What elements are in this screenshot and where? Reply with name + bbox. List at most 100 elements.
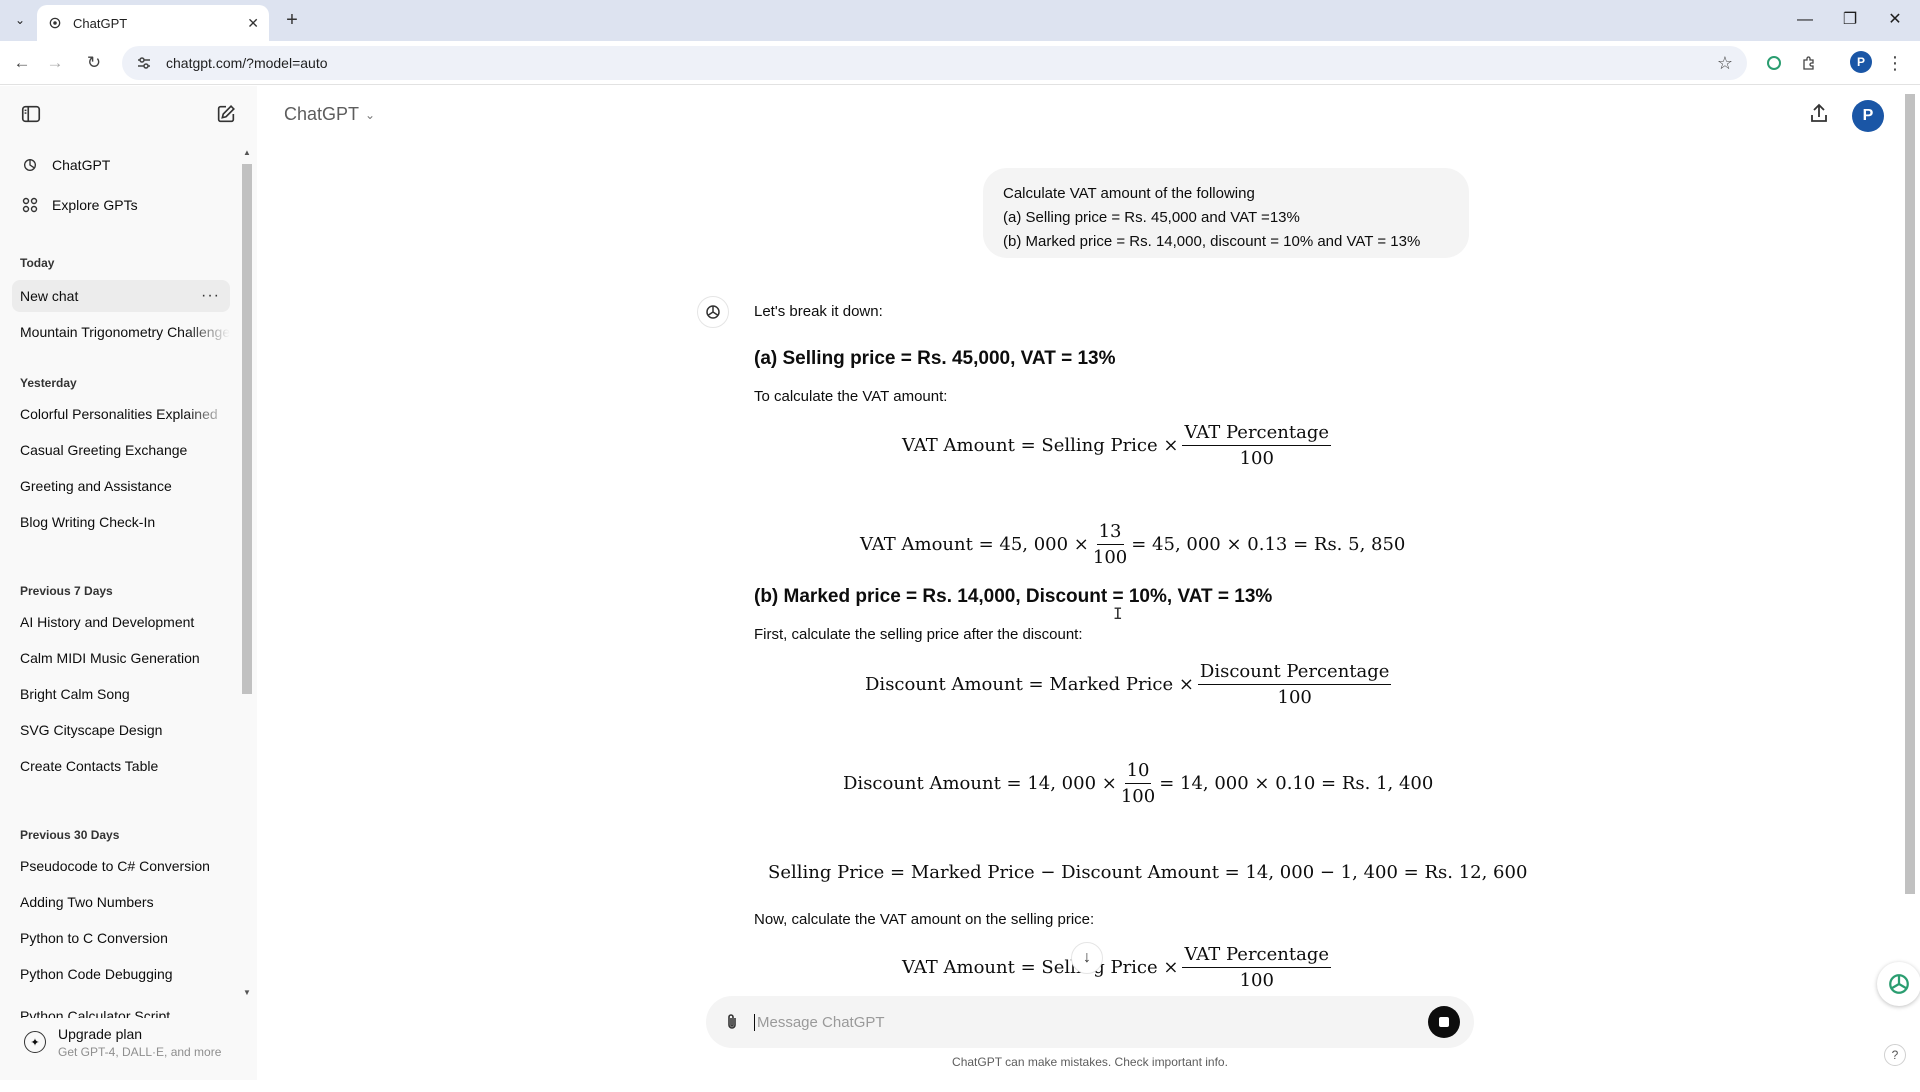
sidebar-item-new-chat[interactable]: New chat ···: [12, 280, 230, 312]
scroll-up-arrow-icon[interactable]: ▲: [242, 148, 252, 157]
sidebar-item-label: Casual Greeting Exchange: [20, 442, 188, 458]
scroll-down-arrow-icon[interactable]: ▼: [242, 988, 252, 997]
math-lhs: Discount Amount = Marked Price ×: [865, 674, 1194, 695]
upgrade-subtitle: Get GPT-4, DALL·E, and more: [58, 1044, 222, 1059]
sidebar-item-label: Adding Two Numbers: [20, 894, 154, 910]
section-heading-previous-30-days: Previous 30 Days: [20, 828, 120, 842]
math-fraction: VAT Percentage 100: [1182, 944, 1332, 991]
chevron-down-icon: ⌄: [365, 107, 376, 122]
math-fraction: 10 100: [1121, 760, 1155, 807]
section-heading-yesterday: Yesterday: [20, 376, 77, 390]
sidebar-item-label: ChatGPT: [52, 157, 111, 173]
message-input[interactable]: [754, 1013, 1428, 1031]
main-scrollbar[interactable]: [1903, 86, 1917, 1080]
fraction-denominator: 100: [1277, 687, 1312, 708]
minimize-button[interactable]: —: [1790, 8, 1820, 32]
sidebar-item-label: SVG Cityscape Design: [20, 722, 163, 738]
part-a-calculation: VAT Amount = 45, 000 × 13 100 = 45, 000 …: [860, 521, 1405, 568]
new-chat-edit-icon[interactable]: [215, 103, 239, 127]
text-cursor-icon: I: [1113, 604, 1123, 623]
attach-paperclip-icon[interactable]: [720, 1010, 744, 1034]
math-fraction: VAT Percentage 100: [1182, 422, 1332, 469]
math-line: Selling Price = Marked Price − Discount …: [768, 862, 1528, 883]
sidebar-toggle-icon[interactable]: [20, 103, 44, 127]
share-icon[interactable]: [1807, 102, 1835, 130]
math-rhs: = 45, 000 × 0.13 = Rs. 5, 850: [1131, 534, 1406, 555]
sidebar-item-chat[interactable]: Casual Greeting Exchange: [12, 434, 230, 466]
chatgpt-favicon-icon: [47, 15, 63, 31]
fraction-denominator: 100: [1239, 970, 1274, 991]
address-bar[interactable]: chatgpt.com/?model=auto ☆: [122, 46, 1747, 80]
part-b-selling-price: Selling Price = Marked Price − Discount …: [768, 862, 1527, 883]
reload-icon[interactable]: ↻: [82, 51, 106, 75]
sidebar-item-label: New chat: [20, 288, 79, 304]
sidebar-item-chat[interactable]: Python to C Conversion: [12, 922, 230, 954]
sidebar-item-chat[interactable]: Calm MIDI Music Generation: [12, 642, 230, 674]
browser-tab[interactable]: ChatGPT ✕: [37, 5, 269, 41]
upgrade-plan-button[interactable]: ✦ Upgrade plan Get GPT-4, DALL·E, and mo…: [12, 1016, 240, 1068]
chat-main: ChatGPT ⌄ P Calculate VAT amount of the …: [257, 86, 1920, 1080]
part-a-text: To calculate the VAT amount:: [754, 388, 948, 405]
sidebar-item-explore-gpts[interactable]: Explore GPTs: [12, 189, 230, 221]
fraction-denominator: 100: [1092, 547, 1128, 568]
browser-tab-strip: ⌄ ChatGPT ✕ + — ❐ ✕: [0, 0, 1920, 41]
user-message-line: (b) Marked price = Rs. 14,000, discount …: [1003, 233, 1421, 250]
model-label: ChatGPT: [284, 104, 360, 124]
browser-menu-icon[interactable]: ⋮: [1883, 51, 1907, 75]
part-a-formula: VAT Amount = Selling Price × VAT Percent…: [902, 422, 1335, 469]
sidebar-item-chat[interactable]: SVG Cityscape Design: [12, 714, 230, 746]
more-options-icon[interactable]: ···: [201, 287, 220, 305]
sidebar-item-chatgpt[interactable]: ChatGPT: [12, 149, 230, 181]
model-selector[interactable]: ChatGPT ⌄: [284, 104, 375, 125]
close-window-button[interactable]: ✕: [1880, 8, 1910, 32]
main-scroll-thumb[interactable]: [1905, 94, 1915, 894]
new-tab-button[interactable]: +: [280, 9, 304, 33]
sidebar-item-chat[interactable]: Blog Writing Check-In: [12, 506, 230, 538]
math-lhs: Discount Amount = 14, 000 ×: [843, 773, 1117, 794]
site-settings-icon[interactable]: [136, 55, 152, 71]
sidebar-item-chat[interactable]: Python Code Debugging: [12, 958, 230, 990]
sidebar-item-chat[interactable]: Python Calculator Script: [12, 994, 230, 1018]
extension-openai-icon[interactable]: [1762, 51, 1786, 75]
user-avatar[interactable]: P: [1852, 100, 1884, 132]
sidebar-item-label: Python to C Conversion: [20, 930, 168, 946]
assistant-avatar-icon: [697, 296, 729, 328]
help-question-icon[interactable]: ?: [1884, 1044, 1906, 1066]
sidebar-item-chat[interactable]: Adding Two Numbers: [12, 886, 230, 918]
tab-close-icon[interactable]: ✕: [247, 15, 259, 32]
sidebar-item-chat[interactable]: Bright Calm Song: [12, 678, 230, 710]
back-arrow-icon[interactable]: ←: [10, 51, 34, 75]
sidebar-item-chat[interactable]: Greeting and Assistance: [12, 470, 230, 502]
extensions-puzzle-icon[interactable]: [1797, 51, 1821, 75]
math-fraction: 13 100: [1093, 521, 1127, 568]
fraction-numerator: VAT Percentage: [1182, 422, 1332, 446]
scroll-to-bottom-arrow-icon[interactable]: ↓: [1071, 942, 1103, 974]
sidebar-item-chat[interactable]: Create Contacts Table: [12, 750, 230, 782]
fraction-denominator: 100: [1239, 448, 1274, 469]
sidebar-item-chat[interactable]: Mountain Trigonometry Challenge: [12, 316, 230, 348]
tab-title: ChatGPT: [73, 15, 128, 31]
math-fraction: Discount Percentage 100: [1197, 661, 1392, 708]
sidebar-item-label: Create Contacts Table: [20, 758, 159, 774]
restore-button[interactable]: ❐: [1835, 8, 1865, 32]
sidebar: ChatGPT Explore GPTs Today New chat ··· …: [0, 86, 257, 1080]
bookmark-star-icon[interactable]: ☆: [1717, 53, 1733, 74]
user-message-bubble: Calculate VAT amount of the following (a…: [983, 168, 1469, 258]
forward-arrow-icon[interactable]: →: [43, 51, 67, 75]
fraction-numerator: 10: [1124, 760, 1152, 784]
upgrade-title: Upgrade plan: [58, 1025, 143, 1042]
sidebar-scroll-thumb[interactable]: [242, 164, 252, 694]
sidebar-item-chat[interactable]: Pseudocode to C# Conversion: [12, 850, 230, 882]
tab-search-chevron-icon[interactable]: ⌄: [8, 8, 32, 32]
floating-openai-logo-icon[interactable]: [1877, 962, 1920, 1006]
stop-generating-button[interactable]: [1428, 1006, 1460, 1038]
user-message-line: Calculate VAT amount of the following: [1003, 185, 1255, 202]
sidebar-scrollbar[interactable]: ▲ ▼: [241, 148, 253, 998]
disclaimer-text: ChatGPT can make mistakes. Check importa…: [952, 1055, 1228, 1069]
section-heading-previous-7-days: Previous 7 Days: [20, 584, 113, 598]
sidebar-item-label: Calm MIDI Music Generation: [20, 650, 200, 666]
sidebar-item-chat[interactable]: AI History and Development: [12, 606, 230, 638]
browser-profile-avatar[interactable]: P: [1850, 51, 1872, 73]
browser-toolbar: ← → ↻ chatgpt.com/?model=auto ☆ ⋮: [0, 41, 1920, 85]
sidebar-item-chat[interactable]: Colorful Personalities Explained: [12, 398, 230, 430]
